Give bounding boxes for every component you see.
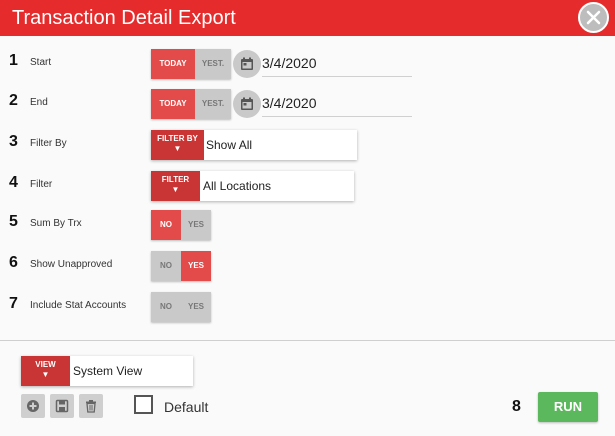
default-checkbox[interactable] <box>134 395 153 414</box>
trash-icon <box>86 400 96 413</box>
sum-by-trx-row: 5 Sum By Trx NO YES <box>0 210 615 240</box>
show-unapproved-label: Show Unapproved <box>30 259 113 270</box>
step-number-7: 7 <box>9 295 18 312</box>
view-dropdown[interactable]: VIEW ▼ System View <box>21 356 193 386</box>
calendar-icon <box>241 97 253 110</box>
include-stat-accounts-toggle: NO YES <box>151 292 211 322</box>
show-unapproved-row: 6 Show Unapproved NO YES <box>0 251 615 281</box>
start-row: 1 Start TODAY YEST. 3/4/2020 <box>0 49 615 79</box>
add-icon <box>27 400 39 412</box>
run-button[interactable]: RUN <box>538 392 598 422</box>
delete-view-button[interactable] <box>79 394 103 418</box>
filter-button[interactable]: FILTER ▼ <box>151 171 200 201</box>
filter-by-button[interactable]: FILTER BY ▼ <box>151 130 204 160</box>
filter-by-row: 3 Filter By FILTER BY ▼ Show All <box>0 130 615 160</box>
step-number-1: 1 <box>9 52 18 69</box>
step-number-4: 4 <box>9 174 18 191</box>
include-stat-yes-option[interactable]: YES <box>181 292 211 322</box>
include-stat-accounts-row: 7 Include Stat Accounts NO YES <box>0 292 615 322</box>
start-date-field[interactable]: 3/4/2020 <box>262 49 412 77</box>
sum-by-trx-toggle: NO YES <box>151 210 211 240</box>
caret-down-icon: ▼ <box>173 144 182 153</box>
sum-by-trx-yes-option[interactable]: YES <box>181 210 211 240</box>
show-unapproved-no-option[interactable]: NO <box>151 251 181 281</box>
filter-value: All Locations <box>203 179 272 193</box>
start-yesterday-option[interactable]: YEST. <box>195 49 231 79</box>
end-yesterday-option[interactable]: YEST. <box>195 89 231 119</box>
start-day-toggle: TODAY YEST. <box>151 49 231 79</box>
filter-label: Filter <box>30 179 53 190</box>
sum-by-trx-no-option[interactable]: NO <box>151 210 181 240</box>
caret-down-icon: ▼ <box>171 185 180 194</box>
filter-by-button-label: FILTER BY <box>157 134 198 143</box>
end-date-value: 3/4/2020 <box>262 95 317 111</box>
include-stat-accounts-label: Include Stat Accounts <box>30 300 127 311</box>
filter-dropdown[interactable]: FILTER ▼ All Locations <box>151 171 354 201</box>
filter-by-value: Show All <box>206 138 253 152</box>
step-number-8: 8 <box>512 398 521 415</box>
view-button[interactable]: VIEW ▼ <box>21 356 70 386</box>
close-button[interactable] <box>578 2 609 33</box>
step-number-3: 3 <box>9 133 18 150</box>
start-today-option[interactable]: TODAY <box>151 49 195 79</box>
end-label: End <box>30 97 48 108</box>
show-unapproved-toggle: NO YES <box>151 251 211 281</box>
include-stat-no-option[interactable]: NO <box>151 292 181 322</box>
end-date-field[interactable]: 3/4/2020 <box>262 89 412 117</box>
end-today-option[interactable]: TODAY <box>151 89 195 119</box>
start-calendar-button[interactable] <box>233 50 261 78</box>
calendar-icon <box>241 57 253 70</box>
sum-by-trx-label: Sum By Trx <box>30 218 82 229</box>
end-calendar-button[interactable] <box>233 90 261 118</box>
save-view-button[interactable] <box>50 394 74 418</box>
caret-down-icon: ▼ <box>41 370 50 379</box>
transaction-export-dialog: Transaction Detail Export 1 Start TODAY … <box>0 0 615 436</box>
start-date-value: 3/4/2020 <box>262 55 317 71</box>
step-number-6: 6 <box>9 254 18 271</box>
step-number-5: 5 <box>9 213 18 230</box>
view-button-label: VIEW <box>35 360 56 369</box>
end-row: 2 End TODAY YEST. 3/4/2020 <box>0 89 615 119</box>
show-unapproved-yes-option[interactable]: YES <box>181 251 211 281</box>
filter-by-dropdown[interactable]: FILTER BY ▼ Show All <box>151 130 357 160</box>
close-icon <box>586 10 601 25</box>
default-label: Default <box>164 399 209 415</box>
title-bar: Transaction Detail Export <box>0 0 615 36</box>
add-view-button[interactable] <box>21 394 45 418</box>
filter-by-label: Filter By <box>30 138 67 149</box>
dialog-title: Transaction Detail Export <box>12 7 236 29</box>
save-icon <box>55 399 69 413</box>
end-day-toggle: TODAY YEST. <box>151 89 231 119</box>
filter-row: 4 Filter FILTER ▼ All Locations <box>0 171 615 201</box>
view-value: System View <box>73 364 143 378</box>
filter-button-label: FILTER <box>161 175 190 184</box>
footer-divider <box>0 340 615 341</box>
step-number-2: 2 <box>9 92 18 109</box>
start-label: Start <box>30 57 52 68</box>
